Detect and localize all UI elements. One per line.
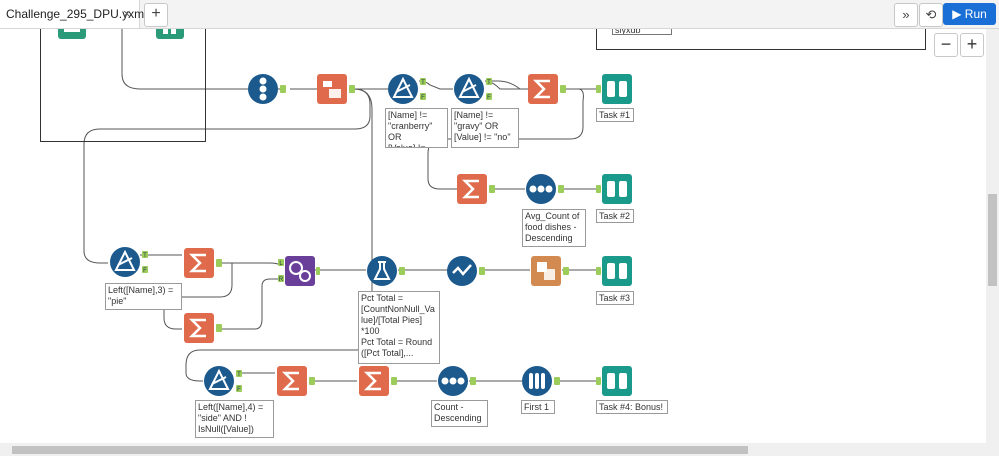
input-data-2-icon[interactable] — [156, 29, 188, 41]
sample-icon[interactable] — [521, 365, 561, 397]
horizontal-scroll-thumb[interactable] — [12, 446, 748, 454]
summarize-6-icon[interactable] — [358, 365, 398, 397]
anchor-true-2: T — [487, 80, 491, 86]
anchor-join-right: R — [279, 277, 284, 283]
filter-side-icon[interactable]: T F — [202, 365, 244, 397]
browse-3-icon[interactable] — [596, 255, 636, 287]
select-icon[interactable] — [446, 255, 486, 287]
formula-icon[interactable] — [366, 255, 406, 287]
vertical-scroll-thumb[interactable] — [988, 194, 997, 286]
filter-icon[interactable]: T F — [386, 73, 428, 105]
tool-container[interactable] — [40, 29, 206, 142]
workflow-canvas[interactable]: slyxdb − + T F T F [Name] != "cranberry"… — [0, 29, 986, 443]
summarize-icon[interactable] — [527, 73, 569, 105]
input-data-icon[interactable] — [58, 29, 90, 41]
filter-2-icon[interactable]: T F — [452, 73, 494, 105]
task1-annotation: Task #1 — [596, 108, 634, 122]
sort-annotation: Avg_Count of food dishes - Descending — [522, 209, 586, 247]
expand-panel-button[interactable]: » — [894, 3, 918, 27]
browse-2-icon[interactable] — [596, 173, 636, 205]
top-box-text: slyxdb — [612, 29, 672, 35]
browse-icon[interactable] — [596, 73, 636, 105]
transpose-icon[interactable] — [530, 255, 570, 287]
sort-2-icon[interactable] — [436, 365, 476, 397]
crosstab-icon[interactable] — [316, 73, 358, 105]
sample-annotation: First 1 — [521, 400, 555, 414]
anchor-false-3: F — [143, 268, 147, 274]
summarize-2-icon[interactable] — [456, 173, 496, 205]
browse-4-icon[interactable] — [596, 365, 636, 397]
run-button[interactable]: ▶ Run — [943, 3, 996, 25]
close-icon[interactable]: × — [123, 6, 131, 21]
anchor-false-4: F — [237, 387, 241, 393]
summarize-4-icon[interactable] — [183, 312, 223, 344]
play-icon: ▶ — [952, 7, 962, 21]
summarize-5-icon[interactable] — [276, 365, 316, 397]
summarize-3-icon[interactable] — [183, 247, 223, 279]
anchor-false: F — [421, 95, 425, 101]
anchor-true-3: T — [143, 253, 147, 259]
run-label: Run — [964, 7, 987, 21]
horizontal-scrollbar[interactable] — [0, 443, 999, 456]
formula-annotation: Pct Total = [CountNonNull_Va lue]/[Total… — [358, 291, 440, 364]
vertical-scrollbar[interactable] — [986, 29, 999, 443]
task4-annotation: Task #4: Bonus! — [596, 400, 668, 414]
task2-annotation: Task #2 — [596, 209, 634, 223]
sort-2-annotation: Count - Descending — [431, 400, 488, 427]
filter-2-annotation: [Name] != "gravy" OR [Value] != "no" — [451, 108, 519, 148]
sort-icon[interactable] — [524, 173, 566, 205]
recordid-icon[interactable] — [247, 73, 289, 105]
add-tab-button[interactable]: + — [144, 3, 168, 27]
tab-bar: Challenge_295_DPU.yxmd × + » ⟲ ▶ Run — [0, 0, 999, 29]
filter-side-annotation: Left([Name],4) = "side" AND ! IsNull([Va… — [195, 400, 274, 438]
join-icon[interactable]: L R — [278, 255, 320, 287]
tab-workflow[interactable]: Challenge_295_DPU.yxmd × — [0, 0, 151, 28]
filter-pie-annotation: Left([Name],3) = "pie" — [105, 283, 182, 310]
history-icon[interactable]: ⟲ — [919, 3, 943, 27]
anchor-true: T — [421, 80, 425, 86]
task3-annotation: Task #3 — [596, 291, 634, 305]
zoom-out-button[interactable]: − — [934, 33, 958, 57]
filter-pie-icon[interactable]: T F — [108, 246, 150, 278]
filter-annotation: [Name] != "cranberry" OR [Value] != "Non — [385, 108, 448, 148]
zoom-in-button[interactable]: + — [960, 33, 984, 57]
anchor-true-4: T — [237, 372, 241, 378]
anchor-false-2: F — [487, 95, 491, 101]
